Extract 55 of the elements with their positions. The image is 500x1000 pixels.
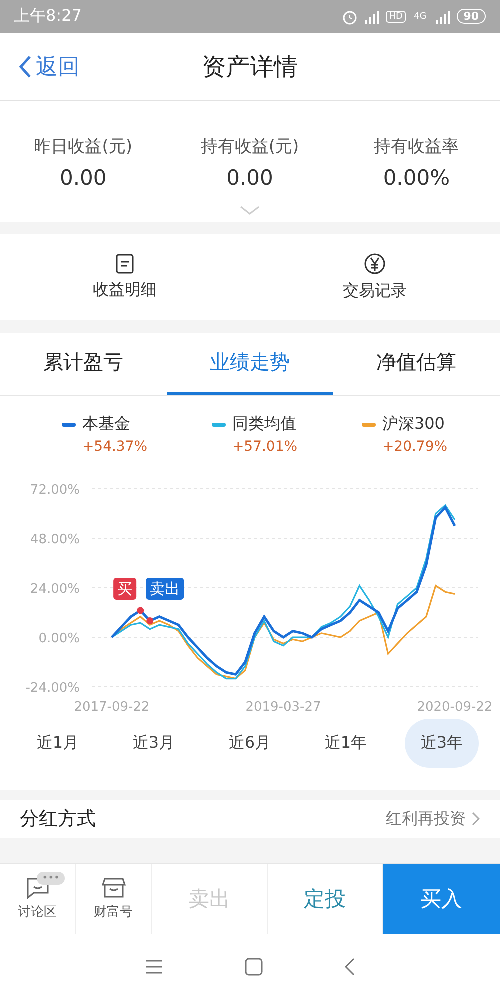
home-icon[interactable] (245, 958, 263, 976)
stat-value: 0.00 (60, 166, 107, 190)
axis-label: 72.00% (30, 483, 80, 498)
document-icon (116, 254, 134, 274)
signal-icon (434, 10, 451, 24)
legend-swatch (212, 422, 226, 426)
store-icon (102, 877, 126, 899)
hd-badge: HD (386, 10, 406, 22)
yen-icon (364, 252, 386, 274)
axis-label: 0.00% (38, 632, 80, 646)
axis-label: -24.00% (26, 681, 80, 696)
back-link[interactable]: 返回 (0, 52, 80, 82)
signal-icon (364, 10, 380, 24)
axis-label: 48.00% (30, 532, 80, 548)
stat-value: 0.00 (226, 166, 274, 190)
axis-label: 2017-09-22 (74, 700, 150, 715)
legend-change: +57.01% (231, 439, 298, 455)
shortcut-button[interactable]: 交易记录 (250, 234, 500, 320)
more-badge: ••• (37, 872, 65, 885)
chevron-left-icon (18, 54, 32, 78)
dividend-link[interactable]: 红利再投资 (386, 808, 480, 830)
annotation: 买 (118, 580, 133, 598)
stat-label: 持有收益(元) (200, 136, 300, 158)
legend-change: +20.79% (381, 439, 448, 455)
annotation: 卖出 (150, 580, 180, 598)
axis-label: 2019-03-27 (246, 700, 322, 715)
range-button[interactable]: 近1月 (20, 719, 96, 768)
status-time: 上午8:27 (14, 6, 82, 27)
legend-label: 同类均值 (232, 414, 296, 435)
alarm-icon (342, 8, 358, 24)
tab[interactable]: 净值估算 (333, 333, 500, 395)
legend-change: +54.37% (81, 439, 148, 455)
chevron-right-icon (472, 812, 480, 826)
network-label: 4G (412, 12, 428, 22)
battery-level: 90 (456, 9, 486, 24)
dividend-label: 分红方式 (20, 807, 96, 832)
range-button[interactable]: 近6月 (212, 719, 288, 768)
legend-swatch (362, 422, 376, 426)
page-title: 资产详情 (202, 52, 298, 80)
legend-label: 沪深300 (382, 414, 445, 435)
shortcut-button[interactable]: 收益明细 (0, 234, 250, 320)
axis-label: 24.00% (30, 582, 80, 597)
legend-swatch (62, 422, 76, 426)
stat-label: 持有收益率 (374, 136, 460, 158)
buy-button[interactable]: 买入 (383, 864, 500, 934)
axis-label: 2020-09-22 (417, 700, 493, 715)
range-button[interactable]: 近3年 (404, 719, 480, 768)
legend-label: 本基金 (82, 414, 130, 435)
stat-label: 昨日收益(元) (34, 136, 132, 158)
tab[interactable]: 累计盈亏 (0, 333, 167, 395)
range-button[interactable]: 近3月 (116, 719, 192, 768)
back-icon[interactable] (345, 958, 355, 976)
menu-icon[interactable] (145, 959, 163, 975)
range-button[interactable]: 近1年 (308, 719, 384, 768)
stat-value: 0.00% (383, 166, 450, 190)
